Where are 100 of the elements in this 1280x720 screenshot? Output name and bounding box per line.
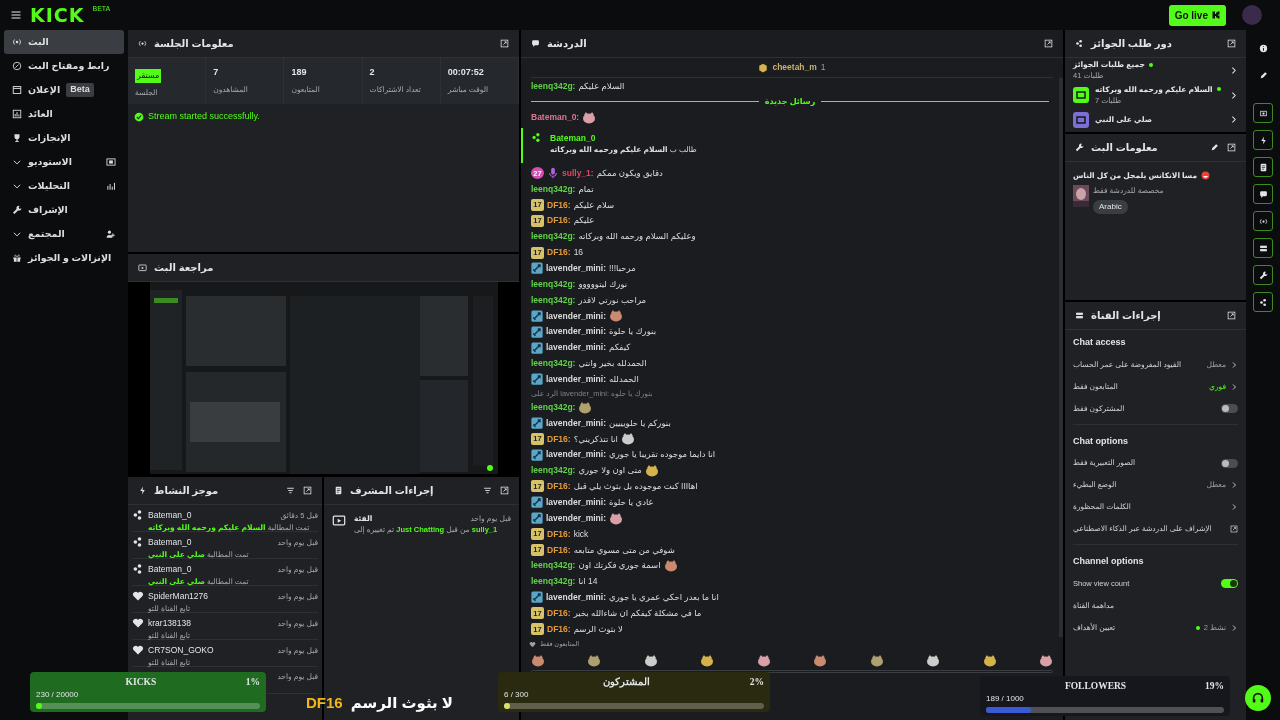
external-link-icon[interactable] <box>1230 525 1238 533</box>
chat-message: انا ما بعدر احكي عمري يا جوري <box>609 591 719 604</box>
chevron-right-icon[interactable] <box>1230 503 1238 511</box>
rail-button[interactable] <box>1253 103 1273 123</box>
chat-username[interactable]: lavender_mini: <box>546 341 606 355</box>
heart-icon <box>529 640 536 648</box>
chat-username[interactable]: lavender_mini: <box>546 511 606 525</box>
chat-username[interactable]: lavender_mini: <box>546 309 606 323</box>
caption-text: لا بثوث الرسم <box>350 693 454 714</box>
sidebar-item[interactable]: الاستوديو <box>4 150 124 174</box>
pop-out-icon[interactable] <box>500 486 509 495</box>
sidebar-item[interactable]: الإنجازات <box>4 126 124 150</box>
pop-out-icon[interactable] <box>1227 143 1236 152</box>
pop-out-icon[interactable] <box>500 39 509 48</box>
rail-button[interactable] <box>1253 292 1273 312</box>
chat-message: ما في مشكلة كيفكم ان شاءالله بخير <box>573 606 702 620</box>
reward-icon <box>1075 39 1084 48</box>
stat-value: 00:07:52 <box>447 66 485 79</box>
pop-out-icon[interactable] <box>1227 39 1236 48</box>
chat-username[interactable]: lavender_mini: <box>546 591 606 604</box>
rail-button[interactable] <box>1253 265 1273 285</box>
chat-username[interactable]: leenq342g: <box>531 79 576 93</box>
goal-count: 6 / 300 <box>504 689 530 702</box>
sidebar-item[interactable]: الإشراف <box>4 198 124 222</box>
chat-username[interactable]: lavender_mini: <box>546 416 606 430</box>
chat-username[interactable]: DF16: <box>547 214 571 228</box>
chat-message: دقايق ويكون ممكم <box>596 166 663 180</box>
activity-user[interactable]: Bateman_0 <box>148 536 192 549</box>
menu-icon[interactable] <box>10 9 22 21</box>
sidebar-item[interactable]: العائد <box>4 102 124 126</box>
chat-username[interactable]: DF16: <box>547 432 571 446</box>
chat-username[interactable]: DF16: <box>547 198 571 212</box>
pop-out-icon[interactable] <box>1227 311 1236 320</box>
broadcast-icon <box>12 37 22 47</box>
sidebar-item[interactable]: البث <box>4 30 124 54</box>
moderator-badge <box>531 373 543 386</box>
sidebar-item[interactable]: التحليلات <box>4 174 124 198</box>
sidebar-item[interactable]: الإنزالات و الجوائز <box>4 246 124 270</box>
sidebar-item[interactable]: المجتمع <box>4 222 124 246</box>
logo[interactable]: KICK <box>30 0 85 30</box>
chat-username[interactable]: DF16: <box>547 622 571 636</box>
chat-username[interactable]: leenq342g: <box>531 182 576 196</box>
chat-username[interactable]: DF16: <box>547 543 571 557</box>
filter-icon[interactable] <box>286 486 295 495</box>
chevron-right-icon[interactable] <box>1230 481 1238 489</box>
chat-username[interactable]: leenq342g: <box>531 559 576 573</box>
chat-username[interactable]: lavender_mini: <box>546 495 606 509</box>
emote-icon <box>982 653 997 667</box>
chat-username[interactable]: leenq342g: <box>531 400 576 414</box>
filter-icon[interactable] <box>483 486 492 495</box>
section-heading: Chat access <box>1072 336 1127 349</box>
info-icon <box>1258 43 1268 53</box>
chat-message: مرحبا!!! <box>609 262 636 275</box>
section-heading: Chat options <box>1072 434 1129 448</box>
chat-username[interactable]: lavender_mini: <box>546 325 606 339</box>
chat-username[interactable]: DF16: <box>547 606 571 620</box>
chat-username[interactable]: lavender_mini: <box>546 262 606 275</box>
rail-button[interactable] <box>1253 157 1273 177</box>
toggle-switch[interactable] <box>1221 458 1238 468</box>
activity-user[interactable]: krar138138 <box>148 617 191 630</box>
goal-title: KICKS <box>124 676 158 689</box>
heart-icon <box>132 590 144 602</box>
chat-username[interactable]: leenq342g: <box>531 293 576 307</box>
chat-username[interactable]: leenq342g: <box>531 277 576 291</box>
toggle-switch[interactable] <box>1221 579 1238 588</box>
pop-out-icon[interactable] <box>303 486 312 495</box>
chevron-right-icon[interactable] <box>1230 360 1238 369</box>
rail-button[interactable] <box>1253 184 1273 204</box>
sidebar-item[interactable]: رابط ومفتاح البث <box>4 54 124 78</box>
activity-user[interactable]: CR7SON_GOKO <box>148 644 214 657</box>
tag[interactable]: Arabic <box>1093 199 1128 214</box>
chat-username[interactable]: leenq342g: <box>531 357 576 370</box>
chat-username[interactable]: DF16: <box>547 480 571 493</box>
activity-user[interactable]: SpiderMan1276 <box>148 590 208 603</box>
chat-username[interactable]: DF16: <box>547 246 571 259</box>
chat-username[interactable]: Bateman_0: <box>531 111 580 124</box>
rail-button[interactable] <box>1253 130 1273 150</box>
chat-username[interactable]: Bateman_0 <box>550 131 697 145</box>
panel-title: إجراءات القناة <box>1091 309 1161 323</box>
chevron-right-icon[interactable] <box>1230 623 1238 632</box>
pinned-user[interactable]: cheetah_m <box>772 61 817 74</box>
go-live-button[interactable]: Go live <box>1168 4 1226 26</box>
chat-username[interactable]: DF16: <box>547 527 571 541</box>
activity-user[interactable]: Bateman_0 <box>148 563 192 576</box>
chat-username[interactable]: leenq342g: <box>531 575 576 588</box>
chat-username[interactable]: sully_1: <box>562 166 594 180</box>
help-button[interactable] <box>1245 685 1271 711</box>
rail-button[interactable] <box>1253 238 1273 258</box>
chat-message: السلام عليكم <box>578 79 625 93</box>
chat-username[interactable]: lavender_mini: <box>546 373 606 386</box>
chat-username[interactable]: leenq342g: <box>531 230 576 244</box>
stat-value: 2 <box>369 66 376 79</box>
edit-icon[interactable] <box>1210 143 1219 152</box>
pop-out-icon[interactable] <box>1044 39 1053 48</box>
section-heading: Channel options <box>1072 555 1145 568</box>
chat-username[interactable]: lavender_mini: <box>546 448 606 462</box>
toggle-switch[interactable] <box>1221 404 1238 413</box>
activity-user[interactable]: Bateman_0 <box>148 509 192 522</box>
chat-username[interactable]: leenq342g: <box>531 464 576 477</box>
chevron-right-icon[interactable] <box>1230 382 1238 391</box>
